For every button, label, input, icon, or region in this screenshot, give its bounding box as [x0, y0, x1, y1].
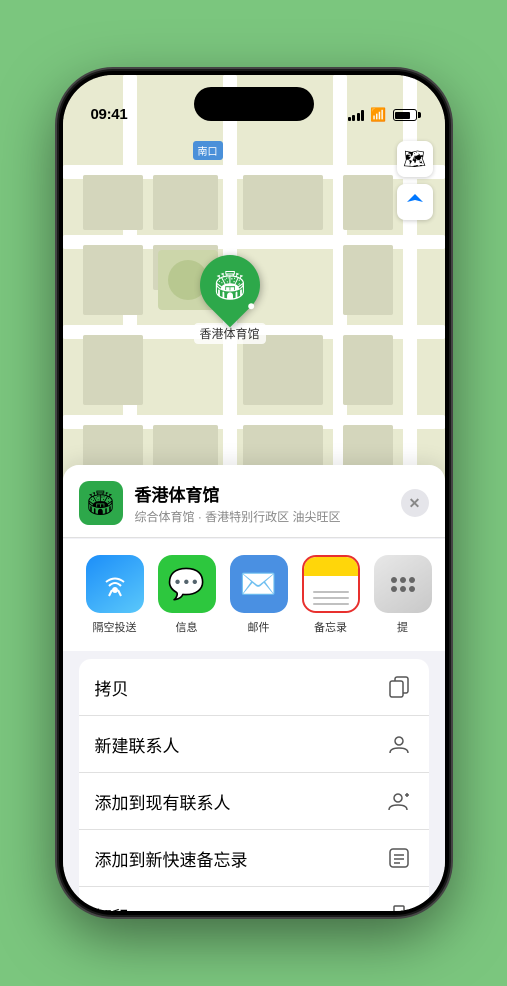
venue-name: 香港体育馆 — [135, 481, 401, 506]
menu-item-copy[interactable]: 拷贝 — [79, 659, 429, 716]
mail-label: 邮件 — [248, 619, 270, 635]
phone-frame: 09:41 📶 — [59, 71, 449, 915]
quick-note-icon-svg — [388, 847, 410, 869]
airdrop-label: 隔空投送 — [93, 619, 137, 635]
new-contact-label: 新建联系人 — [95, 732, 180, 757]
menu-item-add-existing[interactable]: 添加到现有联系人 — [79, 773, 429, 830]
menu-section: 拷贝 新建联系人 — [79, 659, 429, 911]
map-controls: 🗺 — [397, 141, 433, 220]
map-label: 南口 — [193, 141, 223, 160]
more-icon — [374, 555, 432, 613]
dynamic-island — [194, 87, 314, 121]
copy-label: 拷贝 — [95, 675, 129, 700]
copy-icon-svg — [388, 676, 410, 698]
notes-icon — [302, 555, 360, 613]
map-area[interactable]: 南口 🏟 香港体育馆 🗺 — [63, 75, 445, 515]
battery-icon — [393, 109, 417, 121]
menu-item-new-contact[interactable]: 新建联系人 — [79, 716, 429, 773]
venue-info: 香港体育馆 综合体育馆 · 香港特别行政区 油尖旺区 — [135, 481, 401, 525]
notes-label: 备忘录 — [314, 619, 347, 635]
venue-icon: 🏟 — [79, 481, 123, 525]
location-button[interactable] — [397, 184, 433, 220]
status-icons: 📶 — [348, 107, 417, 123]
share-item-notes[interactable]: 备忘录 — [295, 555, 367, 635]
quick-note-label: 添加到新快速备忘录 — [95, 846, 248, 871]
status-time: 09:41 — [91, 106, 128, 123]
stadium-icon: 🏟 — [212, 269, 248, 302]
print-label: 打印 — [95, 903, 129, 912]
stadium-pin: 🏟 香港体育馆 — [194, 255, 266, 344]
airdrop-icon — [86, 555, 144, 613]
copy-icon — [385, 673, 413, 701]
print-icon — [385, 901, 413, 911]
sheet-header: 🏟 香港体育馆 综合体育馆 · 香港特别行政区 油尖旺区 ✕ — [63, 465, 445, 538]
close-button[interactable]: ✕ — [401, 489, 429, 517]
more-label: 提 — [397, 619, 408, 635]
quick-note-icon — [385, 844, 413, 872]
share-item-airdrop[interactable]: 隔空投送 — [79, 555, 151, 635]
add-existing-label: 添加到现有联系人 — [95, 789, 231, 814]
share-item-more[interactable]: 提 — [367, 555, 439, 635]
add-contact-icon-svg — [388, 790, 410, 812]
venue-description: 综合体育馆 · 香港特别行政区 油尖旺区 — [135, 508, 401, 525]
menu-item-quick-note[interactable]: 添加到新快速备忘录 — [79, 830, 429, 887]
phone-screen: 09:41 📶 — [63, 75, 445, 911]
menu-item-print[interactable]: 打印 — [79, 887, 429, 911]
mail-icon: ✉️ — [230, 555, 288, 613]
location-arrow-icon — [406, 193, 424, 211]
share-item-mail[interactable]: ✉️ 邮件 — [223, 555, 295, 635]
map-type-button[interactable]: 🗺 — [397, 141, 433, 177]
print-icon-svg — [388, 904, 410, 911]
messages-icon: 💬 — [158, 555, 216, 613]
new-contact-icon — [385, 730, 413, 758]
add-existing-icon — [385, 787, 413, 815]
pin-icon: 🏟 — [187, 243, 272, 328]
airdrop-wifi-icon — [99, 568, 131, 600]
share-item-messages[interactable]: 💬 信息 — [151, 555, 223, 635]
bottom-sheet: 🏟 香港体育馆 综合体育馆 · 香港特别行政区 油尖旺区 ✕ — [63, 465, 445, 911]
signal-bars-icon — [348, 110, 365, 121]
contact-icon-svg — [388, 733, 410, 755]
wifi-icon: 📶 — [370, 107, 386, 123]
share-row: 隔空投送 💬 信息 ✉️ 邮件 — [63, 539, 445, 651]
messages-label: 信息 — [176, 619, 198, 635]
